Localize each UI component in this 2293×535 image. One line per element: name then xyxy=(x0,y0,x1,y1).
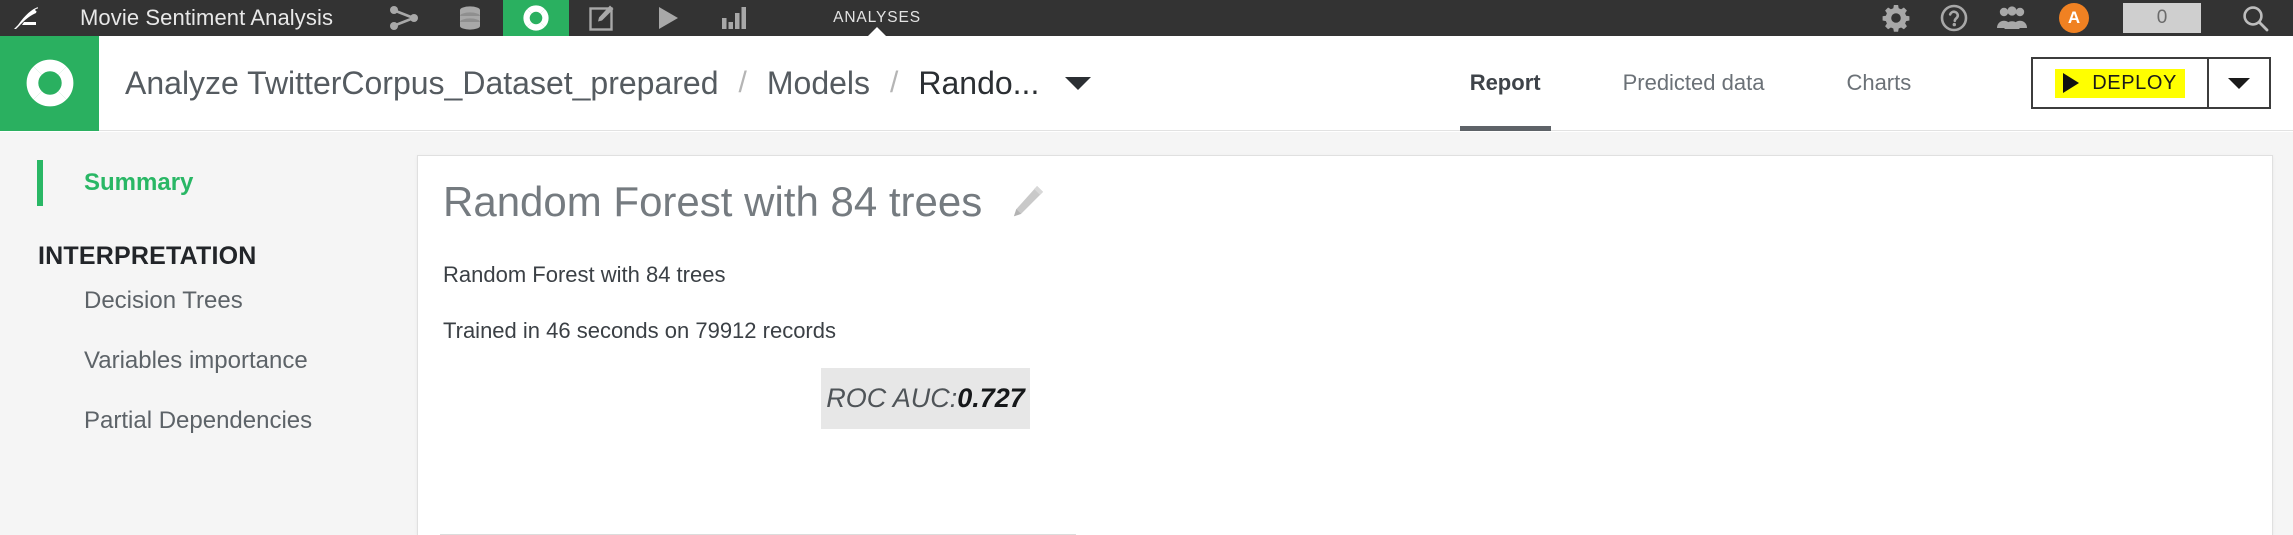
page-body: Summary INTERPRETATION Decision Trees Va… xyxy=(0,132,2293,535)
model-summary-panel: Random Forest with 84 trees Random Fores… xyxy=(417,155,2273,535)
search-icon[interactable] xyxy=(2217,4,2293,32)
tab-charts[interactable]: Charts xyxy=(1836,36,1921,131)
help-question-icon[interactable] xyxy=(1925,0,1983,36)
lab-donut-icon[interactable] xyxy=(503,0,570,36)
chart-bars-icon[interactable] xyxy=(701,0,767,36)
tab-report[interactable]: Report xyxy=(1459,36,1551,131)
tab-predicted-data-label: Predicted data xyxy=(1622,70,1765,95)
roc-auc-metric-box: ROC AUC: 0.727 xyxy=(821,368,1030,429)
notebooks-edit-icon[interactable] xyxy=(569,0,635,36)
flow-icon[interactable] xyxy=(371,0,437,36)
deploy-dropdown-button[interactable] xyxy=(2207,59,2269,107)
pencil-edit-icon[interactable] xyxy=(1008,183,1046,221)
tab-charts-label: Charts xyxy=(1846,70,1912,95)
chevron-down-icon xyxy=(2228,77,2250,89)
tab-report-label: Report xyxy=(1469,70,1541,95)
deploy-button-label: DEPLOY xyxy=(2092,71,2177,94)
report-tabs: Report Predicted data Charts xyxy=(1459,36,1922,131)
avatar[interactable]: A xyxy=(2059,3,2089,33)
sidebar-item-variables-importance-label: Variables importance xyxy=(84,347,308,374)
active-indicator-bar xyxy=(37,160,43,206)
chevron-down-icon[interactable] xyxy=(1065,76,1092,90)
breadcrumb-separator-1: / xyxy=(738,66,747,99)
sidebar-item-summary[interactable]: Summary xyxy=(0,154,417,212)
roc-auc-label: ROC AUC: xyxy=(826,383,958,413)
breadcrumb: Analyze TwitterCorpus_Dataset_prepared /… xyxy=(125,65,1092,102)
notification-count-badge[interactable]: 0 xyxy=(2123,3,2201,33)
sidebar-item-variables-importance[interactable]: Variables importance xyxy=(0,331,417,391)
sidebar-item-decision-trees-label: Decision Trees xyxy=(84,287,243,314)
users-team-icon[interactable] xyxy=(1983,0,2041,36)
deploy-button-group: DEPLOY xyxy=(2031,57,2271,109)
deploy-highlight: DEPLOY xyxy=(2055,68,2185,98)
breadcrumb-models[interactable]: Models xyxy=(767,65,870,102)
deploy-button[interactable]: DEPLOY xyxy=(2033,59,2207,107)
caret-up-indicator-icon xyxy=(868,27,887,36)
analyses-label: ANALYSES xyxy=(833,9,921,26)
breadcrumb-root[interactable]: Analyze TwitterCorpus_Dataset_prepared xyxy=(125,65,719,102)
datasets-icon[interactable] xyxy=(437,0,503,36)
sidebar-item-decision-trees[interactable]: Decision Trees xyxy=(0,271,417,331)
top-nav-icon-group xyxy=(371,0,767,36)
page-header: Analyze TwitterCorpus_Dataset_prepared /… xyxy=(0,35,2293,131)
avatar-wrapper: A xyxy=(2041,3,2107,33)
run-play-icon[interactable] xyxy=(635,0,701,36)
bird-logo-icon[interactable] xyxy=(0,0,54,36)
model-description: Random Forest with 84 trees xyxy=(443,262,726,287)
gear-icon[interactable] xyxy=(1867,0,1925,36)
sidebar-section-interpretation: INTERPRETATION xyxy=(38,242,257,270)
sidebar-item-summary-label: Summary xyxy=(84,169,194,196)
analyses-section-label[interactable]: ANALYSES xyxy=(819,0,935,36)
project-title[interactable]: Movie Sentiment Analysis xyxy=(80,5,333,31)
play-triangle-icon xyxy=(2063,73,2080,93)
left-sidebar: Summary INTERPRETATION Decision Trees Va… xyxy=(0,132,417,535)
model-title-row: Random Forest with 84 trees xyxy=(443,178,2272,226)
sidebar-item-partial-dependencies[interactable]: Partial Dependencies xyxy=(0,391,417,451)
breadcrumb-separator-2: / xyxy=(890,66,899,99)
breadcrumb-current-model[interactable]: Rando... xyxy=(918,65,1039,102)
dataiku-donut-logo-icon[interactable] xyxy=(0,35,99,131)
topbar-right-group: A 0 xyxy=(1867,0,2293,36)
top-navigation-bar: Movie Sentiment Analysis ANALYSES A 0 xyxy=(0,0,2293,36)
roc-auc-value: 0.727 xyxy=(957,383,1025,413)
notification-count-wrapper: 0 xyxy=(2107,3,2217,33)
tab-predicted-data[interactable]: Predicted data xyxy=(1613,36,1775,131)
page-title: Random Forest with 84 trees xyxy=(443,178,983,225)
sidebar-item-partial-dependencies-label: Partial Dependencies xyxy=(84,407,313,434)
model-training-info: Trained in 46 seconds on 79912 records xyxy=(443,318,836,343)
